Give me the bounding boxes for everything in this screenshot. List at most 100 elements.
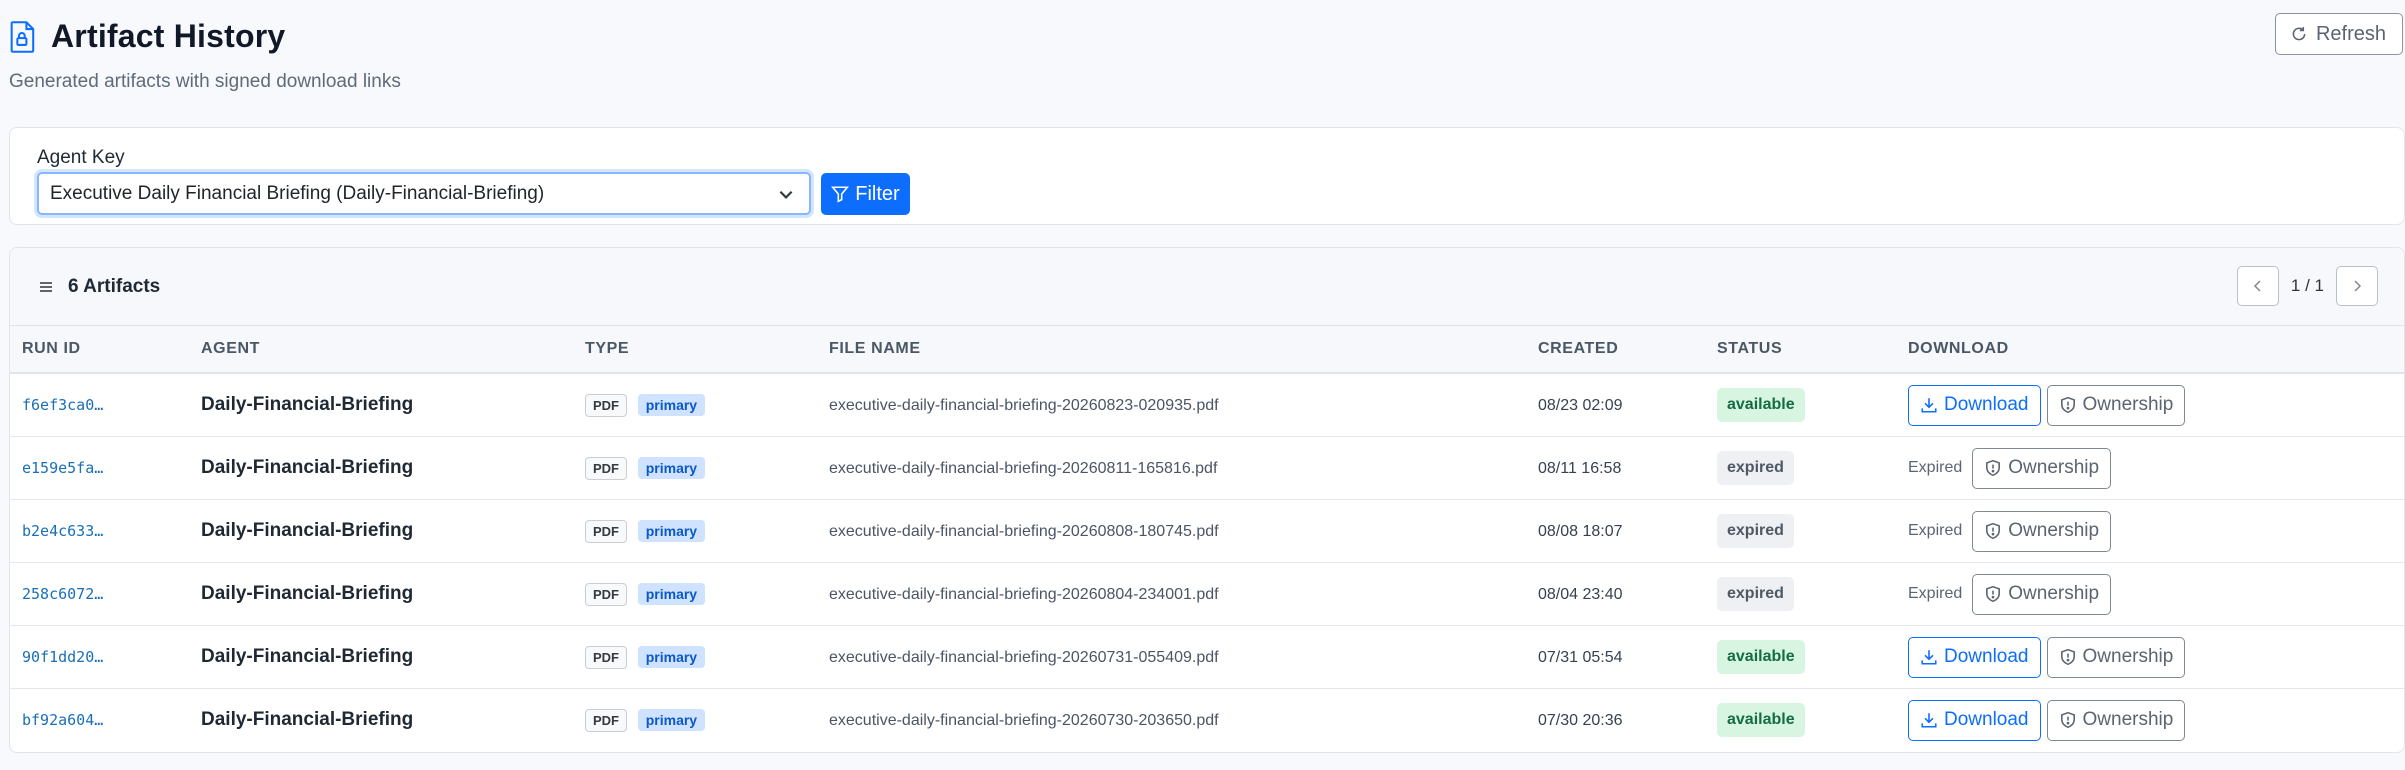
created-time: 07/31 05:54 bbox=[1538, 649, 1623, 666]
created-time: 08/08 18:07 bbox=[1538, 523, 1623, 540]
download-actions: Expired Ownership bbox=[1908, 563, 2404, 625]
run-id-link[interactable]: 90f1dd20… bbox=[22, 648, 103, 666]
type-badge: PDF bbox=[585, 456, 627, 480]
type-badge: PDF bbox=[585, 582, 627, 606]
ownership-button[interactable]: Ownership bbox=[1972, 510, 2112, 552]
download-icon bbox=[1921, 650, 1937, 665]
download-actions: Download Ownership bbox=[1908, 374, 2404, 436]
artifact-count: 6 Artifacts bbox=[68, 275, 161, 297]
table-row: 258c6072… Daily-Financial-Briefing PDF p… bbox=[10, 563, 2404, 626]
ownership-label: Ownership bbox=[2082, 394, 2174, 415]
column-header-status[interactable]: STATUS bbox=[1705, 326, 1896, 373]
shield-icon bbox=[2060, 712, 2075, 729]
download-icon bbox=[1921, 713, 1937, 728]
run-id-link[interactable]: b2e4c633… bbox=[22, 522, 103, 540]
filter-label: Filter bbox=[855, 182, 900, 205]
status-badge: expired bbox=[1717, 514, 1794, 548]
type-badge: PDF bbox=[585, 393, 627, 417]
agent-key-selected: Executive Daily Financial Briefing (Dail… bbox=[50, 182, 545, 204]
created-time: 08/23 02:09 bbox=[1538, 397, 1623, 414]
ownership-button[interactable]: Ownership bbox=[2046, 636, 2186, 678]
table-card-header: 6 Artifacts 1 / 1 bbox=[10, 248, 2404, 326]
page-title: Artifact History bbox=[51, 18, 286, 54]
ownership-label: Ownership bbox=[2008, 520, 2100, 541]
file-name: executive-daily-financial-briefing-20260… bbox=[829, 649, 1219, 666]
refresh-icon bbox=[2292, 27, 2306, 41]
agent-name: Daily-Financial-Briefing bbox=[201, 394, 414, 415]
role-badge: primary bbox=[637, 519, 706, 542]
next-page-button[interactable] bbox=[2336, 266, 2378, 306]
artifacts-table: RUN ID AGENT TYPE FILE NAME CREATED STAT… bbox=[10, 326, 2404, 752]
created-time: 08/04 23:40 bbox=[1538, 586, 1623, 603]
download-button[interactable]: Download bbox=[1908, 699, 2041, 741]
expired-label: Expired bbox=[1908, 585, 1963, 602]
column-header-type[interactable]: TYPE bbox=[573, 326, 817, 373]
run-id-link[interactable]: bf92a604… bbox=[22, 711, 103, 729]
artifacts-table-card: 6 Artifacts 1 / 1 RUN ID AGENT TYPE FILE… bbox=[9, 247, 2405, 753]
created-time: 07/30 20:36 bbox=[1538, 712, 1623, 730]
ownership-label: Ownership bbox=[2082, 646, 2174, 667]
file-name: executive-daily-financial-briefing-20260… bbox=[829, 586, 1219, 603]
shield-icon bbox=[1986, 585, 2001, 603]
file-name: executive-daily-financial-briefing-20260… bbox=[829, 712, 1219, 730]
agent-key-select[interactable]: Executive Daily Financial Briefing (Dail… bbox=[37, 172, 811, 215]
status-badge: available bbox=[1717, 703, 1805, 738]
run-id-link[interactable]: e159e5fa… bbox=[22, 459, 103, 477]
role-badge: primary bbox=[637, 456, 706, 479]
table-row: bf92a604… Daily-Financial-Briefing PDF p… bbox=[10, 689, 2404, 752]
column-header-download: DOWNLOAD bbox=[1908, 340, 2009, 357]
filter-panel: Agent Key Executive Daily Financial Brie… bbox=[9, 127, 2405, 225]
status-badge: available bbox=[1717, 388, 1805, 422]
role-badge: primary bbox=[637, 645, 706, 668]
ownership-button[interactable]: Ownership bbox=[1972, 573, 2112, 615]
ownership-label: Ownership bbox=[2008, 583, 2100, 604]
column-header-agent[interactable]: AGENT bbox=[189, 326, 573, 373]
created-time: 08/11 16:58 bbox=[1538, 460, 1622, 477]
agent-name: Daily-Financial-Briefing bbox=[201, 520, 414, 541]
role-badge: primary bbox=[637, 393, 706, 416]
download-label: Download bbox=[1944, 646, 2029, 667]
funnel-icon bbox=[831, 186, 850, 203]
status-badge: available bbox=[1717, 640, 1805, 674]
column-header-created[interactable]: CREATED bbox=[1526, 326, 1705, 373]
pagination: 1 / 1 bbox=[2236, 266, 2378, 306]
chevron-right-icon bbox=[2354, 280, 2362, 292]
filter-button[interactable]: Filter bbox=[821, 173, 910, 215]
column-header-file-name[interactable]: FILE NAME bbox=[817, 326, 1526, 373]
table-row: e159e5fa… Daily-Financial-Briefing PDF p… bbox=[10, 437, 2404, 500]
ownership-button[interactable]: Ownership bbox=[2046, 699, 2186, 741]
shield-icon bbox=[2060, 396, 2075, 414]
download-icon bbox=[1921, 398, 1937, 413]
table-header-row: RUN ID AGENT TYPE FILE NAME CREATED STAT… bbox=[10, 326, 2404, 373]
run-id-link[interactable]: f6ef3ca0… bbox=[22, 396, 103, 414]
shield-icon bbox=[1986, 459, 2001, 477]
expired-label: Expired bbox=[1908, 459, 1963, 476]
run-id-link[interactable]: 258c6072… bbox=[22, 585, 103, 603]
table-body: f6ef3ca0… Daily-Financial-Briefing PDF p… bbox=[10, 373, 2404, 752]
ownership-button[interactable]: Ownership bbox=[2046, 384, 2186, 426]
page-indicator: 1 / 1 bbox=[2290, 276, 2324, 295]
prev-page-button[interactable] bbox=[2236, 266, 2279, 306]
agent-name: Daily-Financial-Briefing bbox=[201, 583, 414, 604]
download-actions: Download Ownership bbox=[1908, 626, 2404, 688]
role-badge: primary bbox=[637, 708, 706, 731]
table-row: f6ef3ca0… Daily-Financial-Briefing PDF p… bbox=[10, 373, 2404, 437]
ownership-label: Ownership bbox=[2008, 457, 2100, 478]
ownership-button[interactable]: Ownership bbox=[1972, 447, 2112, 489]
agent-name: Daily-Financial-Briefing bbox=[201, 709, 414, 731]
agent-name: Daily-Financial-Briefing bbox=[201, 457, 414, 478]
page-subtitle: Generated artifacts with signed download… bbox=[9, 71, 401, 92]
type-badge: PDF bbox=[585, 708, 627, 732]
type-badge: PDF bbox=[585, 519, 627, 543]
download-button[interactable]: Download bbox=[1908, 636, 2041, 678]
table-row: b2e4c633… Daily-Financial-Briefing PDF p… bbox=[10, 500, 2404, 563]
refresh-label: Refresh bbox=[2315, 22, 2386, 45]
column-header-run-id[interactable]: RUN ID bbox=[10, 326, 189, 373]
file-name: executive-daily-financial-briefing-20260… bbox=[829, 460, 1218, 477]
list-icon bbox=[40, 281, 52, 292]
role-badge: primary bbox=[637, 582, 706, 605]
refresh-button[interactable]: Refresh bbox=[2274, 13, 2403, 55]
download-label: Download bbox=[1944, 709, 2029, 731]
download-button[interactable]: Download bbox=[1908, 384, 2041, 426]
file-lock-icon bbox=[9, 20, 37, 54]
